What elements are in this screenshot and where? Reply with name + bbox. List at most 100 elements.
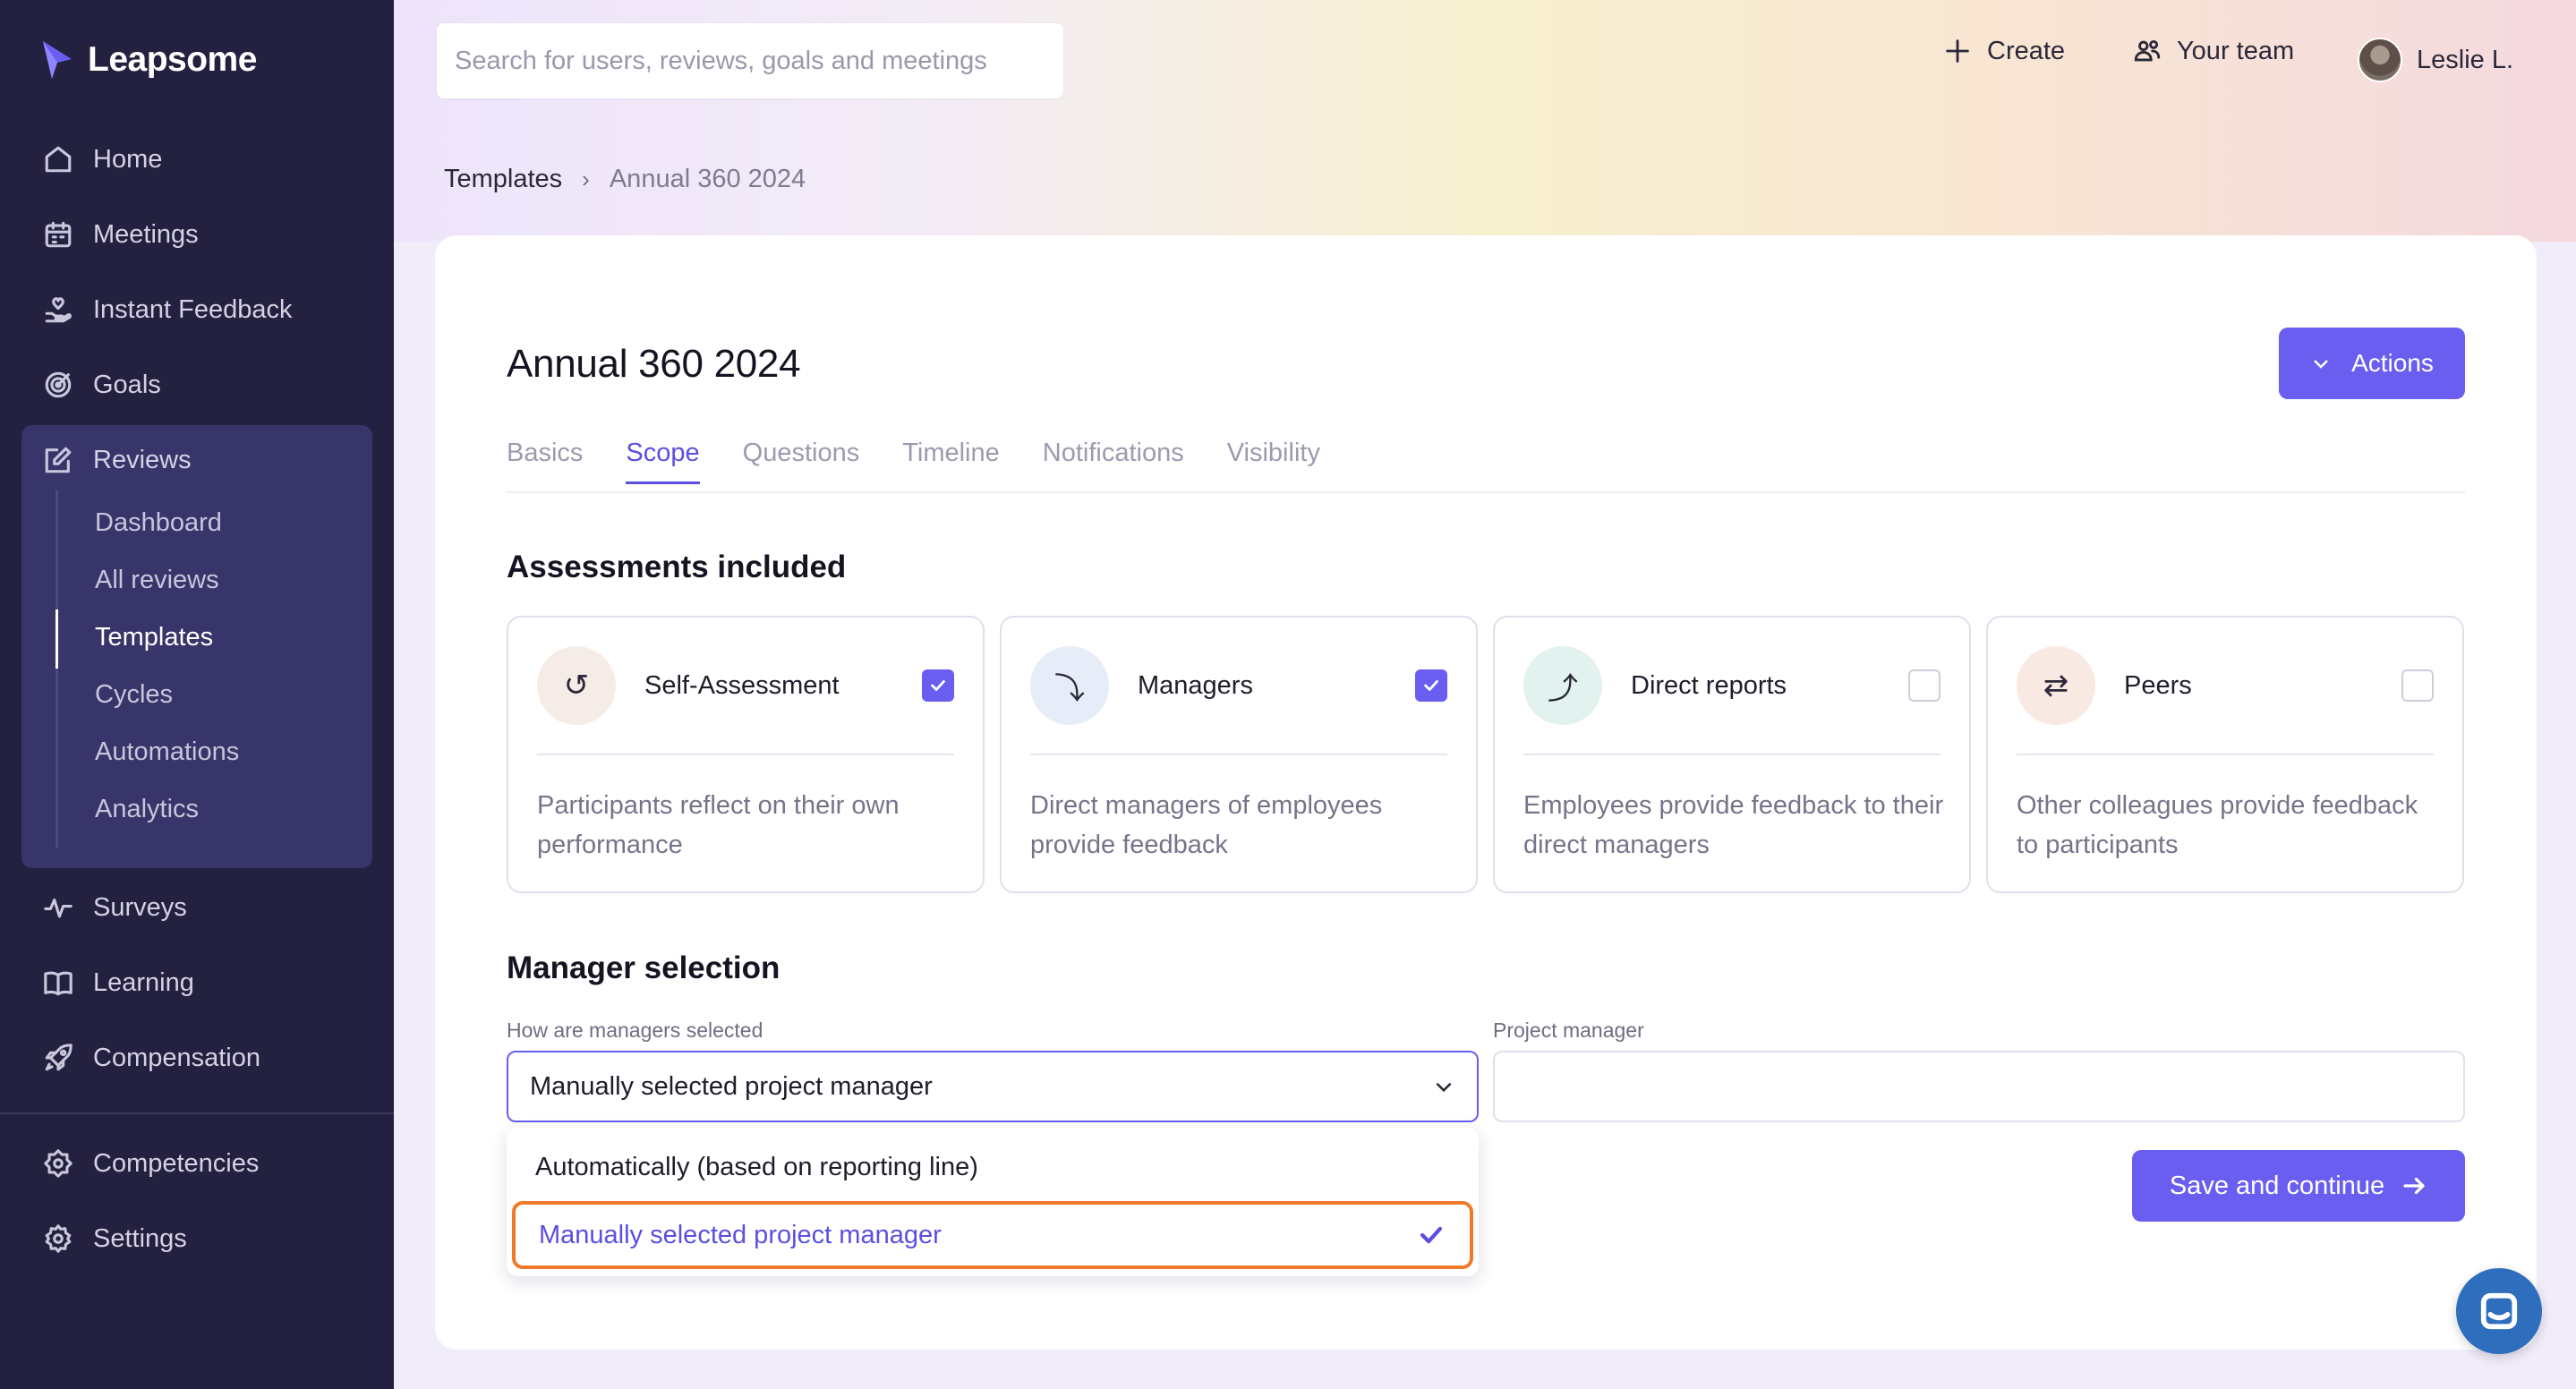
option-automatic[interactable]: Automatically (based on reporting line)	[507, 1133, 1479, 1201]
sidebar-item-surveys[interactable]: Surveys	[43, 881, 187, 934]
option-manual[interactable]: Manually selected project manager	[512, 1201, 1473, 1269]
check-icon	[1420, 1226, 1443, 1244]
sidebar-subitem-cycles[interactable]: Cycles	[95, 680, 173, 710]
arrow-right-icon	[2403, 1177, 2425, 1195]
check-icon	[931, 680, 945, 691]
tab-basics[interactable]: Basics	[507, 439, 583, 484]
submenu-active-indicator	[55, 609, 58, 669]
card-divider	[1523, 754, 1941, 755]
actions-button[interactable]: Actions	[2279, 328, 2465, 399]
sidebar-item-label: Competencies	[93, 1148, 260, 1178]
self-assessment-checkbox[interactable]	[922, 669, 954, 702]
manager-selection-title: Manager selection	[507, 950, 780, 985]
sidebar-item-settings[interactable]: Settings	[43, 1212, 187, 1265]
save-and-continue-button[interactable]: Save and continue	[2132, 1150, 2465, 1222]
chat-support-button[interactable]	[2456, 1268, 2542, 1354]
managers-icon: ⤵	[1030, 646, 1109, 725]
manager-select-label: How are managers selected	[507, 1018, 763, 1042]
leapsome-logo-icon	[43, 41, 72, 79]
hand-heart-icon	[45, 297, 72, 323]
page-title: Annual 360 2024	[507, 342, 801, 386]
your-team-label: Your team	[2177, 36, 2295, 65]
assessment-name: Direct reports	[1631, 671, 1787, 700]
tab-scope[interactable]: Scope	[626, 439, 700, 484]
tab-visibility[interactable]: Visibility	[1227, 439, 1320, 484]
sidebar-item-label: Meetings	[93, 219, 199, 249]
sidebar-item-label: Learning	[93, 967, 194, 997]
sidebar-subitem-automations[interactable]: Automations	[95, 737, 239, 767]
peers-icon: ⇄	[2017, 646, 2095, 725]
edit-icon	[45, 447, 72, 473]
card-divider	[537, 754, 954, 755]
manager-selection-dropdown[interactable]: Manually selected project manager	[507, 1051, 1479, 1122]
sidebar-item-label: Reviews	[93, 445, 192, 474]
sidebar-item-goals[interactable]: Goals	[43, 358, 161, 412]
tab-timeline[interactable]: Timeline	[902, 439, 1000, 484]
option-label: Manually selected project manager	[539, 1220, 942, 1249]
peers-checkbox[interactable]	[2401, 669, 2434, 702]
gear-icon	[45, 1224, 72, 1253]
sidebar-subitem-all-reviews[interactable]: All reviews	[95, 566, 219, 595]
user-menu[interactable]: Leslie L.	[2358, 38, 2513, 82]
sidebar-subitem-analytics[interactable]: Analytics	[95, 795, 199, 824]
rocket-icon	[45, 1044, 73, 1071]
logo[interactable]: Leapsome	[39, 39, 257, 81]
actions-label: Actions	[2351, 349, 2434, 377]
tabs-divider	[507, 491, 2465, 493]
breadcrumb-templates-link[interactable]: Templates	[444, 165, 562, 194]
direct-reports-icon: ⤴	[1523, 646, 1602, 725]
managers-checkbox[interactable]	[1415, 669, 1447, 702]
sidebar-item-competencies[interactable]: Competencies	[43, 1137, 259, 1190]
assessment-description: Participants reflect on their own perfor…	[537, 791, 900, 859]
logo-text: Leapsome	[88, 40, 257, 79]
sidebar-item-meetings[interactable]: Meetings	[43, 208, 199, 261]
sidebar-item-label: Instant Feedback	[93, 294, 293, 324]
sidebar-divider	[0, 1112, 394, 1114]
check-icon	[1424, 680, 1438, 691]
sidebar-item-compensation[interactable]: Compensation	[43, 1031, 260, 1085]
assessment-card-self[interactable]: ↺ Self-Assessment Participants reflect o…	[507, 616, 985, 893]
team-icon	[2134, 39, 2161, 62]
assessment-name: Self-Assessment	[644, 671, 840, 700]
assessment-card-managers[interactable]: ⤵ Managers Direct managers of employees …	[1000, 616, 1478, 893]
assessment-description: Direct managers of employees provide fee…	[1030, 791, 1383, 859]
calendar-icon	[45, 221, 72, 248]
tab-questions[interactable]: Questions	[743, 439, 860, 484]
plus-icon	[1946, 39, 1969, 63]
badge-icon	[44, 1149, 73, 1178]
create-label: Create	[1987, 36, 2066, 65]
option-label: Automatically (based on reporting line)	[535, 1152, 978, 1181]
sidebar-item-learning[interactable]: Learning	[43, 956, 194, 1010]
card-divider	[1030, 754, 1447, 755]
sidebar-item-label: Home	[93, 144, 163, 174]
sidebar-subitem-templates[interactable]: Templates	[95, 623, 213, 652]
select-value: Manually selected project manager	[530, 1071, 933, 1101]
project-manager-input[interactable]	[1493, 1051, 2465, 1122]
sidebar-item-label: Surveys	[93, 892, 187, 922]
breadcrumb: Templates › Annual 360 2024	[444, 165, 806, 194]
project-manager-label: Project manager	[1493, 1018, 1644, 1042]
user-name: Leslie L.	[2417, 45, 2514, 74]
submenu-line	[55, 490, 58, 848]
tab-notifications[interactable]: Notifications	[1043, 439, 1184, 484]
assessment-card-direct-reports[interactable]: ⤴ Direct reports Employees provide feedb…	[1493, 616, 1971, 893]
assessment-card-peers[interactable]: ⇄ Peers Other colleagues provide feedbac…	[1986, 616, 2464, 893]
home-icon	[45, 146, 72, 173]
avatar	[2358, 38, 2402, 82]
sidebar-subitem-dashboard[interactable]: Dashboard	[95, 508, 222, 538]
breadcrumb-current: Annual 360 2024	[609, 165, 806, 193]
direct-reports-checkbox[interactable]	[1908, 669, 1941, 702]
search-input[interactable]	[437, 23, 1063, 98]
assessment-name: Managers	[1138, 671, 1253, 700]
assessment-name: Peers	[2124, 671, 2192, 700]
dropdown-menu: Automatically (based on reporting line) …	[507, 1128, 1479, 1276]
chat-icon	[2480, 1292, 2518, 1330]
card-divider	[2017, 754, 2434, 755]
assessment-description: Other colleagues provide feedback to par…	[2017, 791, 2418, 859]
sidebar-item-reviews[interactable]: Reviews	[43, 433, 192, 487]
sidebar-item-home[interactable]: Home	[43, 132, 162, 186]
create-button[interactable]: Create	[1942, 36, 2065, 66]
sidebar-item-instant-feedback[interactable]: Instant Feedback	[43, 283, 292, 337]
your-team-button[interactable]: Your team	[2132, 36, 2294, 66]
chevron-down-icon	[2314, 360, 2328, 369]
